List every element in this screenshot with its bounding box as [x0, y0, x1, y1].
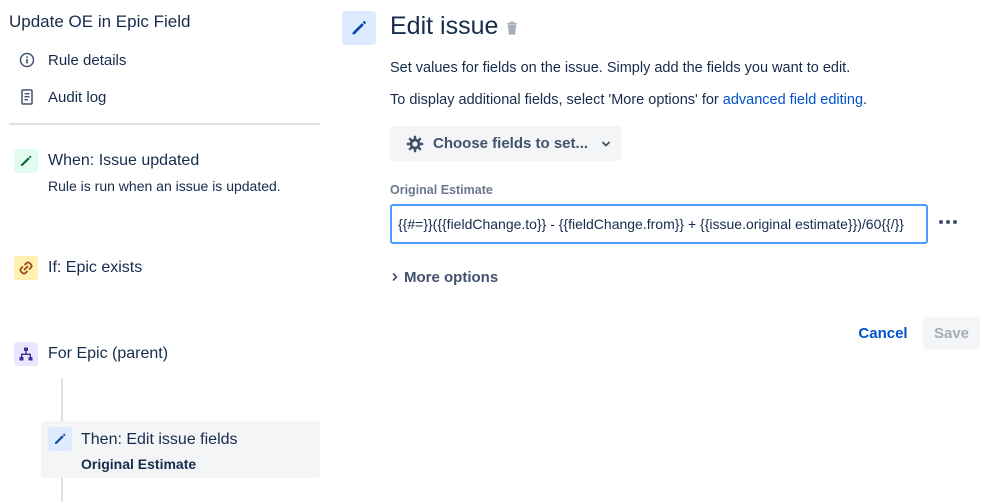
- pencil-icon: [48, 427, 72, 451]
- action-subtitle: Original Estimate: [81, 456, 197, 472]
- trash-icon[interactable]: [504, 18, 520, 38]
- more-hint-text: To display additional fields, select 'Mo…: [390, 92, 723, 108]
- more-options-label: More options: [404, 268, 499, 286]
- info-icon: [18, 51, 36, 69]
- choose-fields-label: Choose fields to set...: [433, 135, 589, 152]
- rule-title: Update OE in Epic Field: [9, 12, 191, 31]
- more-actions-icon[interactable]: [935, 211, 961, 233]
- more-options-toggle[interactable]: More options: [390, 267, 498, 287]
- chevron-right-icon: [390, 271, 400, 283]
- link-icon: [14, 256, 38, 280]
- hierarchy-icon: [14, 342, 38, 366]
- condition-title: If: Epic exists: [48, 259, 143, 276]
- action-component[interactable]: Then: Edit issue fields Original Estimat…: [41, 421, 320, 478]
- nav-audit-log[interactable]: Audit log: [18, 85, 106, 109]
- gear-icon: [405, 134, 425, 154]
- advanced-field-editing-link[interactable]: advanced field editing: [723, 92, 863, 108]
- chevron-down-icon: [600, 138, 612, 150]
- panel-description: Set values for fields on the issue. Simp…: [390, 60, 851, 76]
- pencil-icon: [14, 149, 38, 173]
- branch-title: For Epic (parent): [48, 345, 169, 362]
- nav-rule-details[interactable]: Rule details: [18, 48, 126, 72]
- original-estimate-input[interactable]: [390, 204, 928, 244]
- save-button[interactable]: Save: [923, 317, 980, 349]
- edit-issue-panel: Edit issue Set values for fields on the …: [330, 0, 999, 502]
- sidebar-divider: [9, 123, 320, 125]
- branch-component[interactable]: For Epic (parent): [14, 339, 314, 369]
- trigger-title: When: Issue updated: [48, 152, 200, 169]
- choose-fields-button[interactable]: Choose fields to set...: [390, 126, 621, 161]
- nav-audit-log-label: Audit log: [48, 88, 107, 106]
- original-estimate-label: Original Estimate: [390, 183, 493, 197]
- more-hint-suffix: .: [863, 92, 868, 108]
- cancel-button[interactable]: Cancel: [850, 317, 916, 349]
- document-icon: [18, 88, 36, 106]
- condition-component[interactable]: If: Epic exists: [14, 253, 314, 283]
- panel-more-hint: To display additional fields, select 'Mo…: [390, 92, 867, 108]
- nav-rule-details-label: Rule details: [48, 51, 127, 69]
- panel-title: Edit issue: [390, 12, 499, 40]
- trigger-subtitle: Rule is run when an issue is updated.: [48, 178, 281, 194]
- rule-sidebar: Update OE in Epic Field Rule details Aud…: [0, 0, 330, 502]
- pencil-icon: [342, 11, 376, 45]
- action-title: Then: Edit issue fields: [81, 431, 238, 448]
- trigger-component[interactable]: When: Issue updated Rule is run when an …: [14, 146, 314, 200]
